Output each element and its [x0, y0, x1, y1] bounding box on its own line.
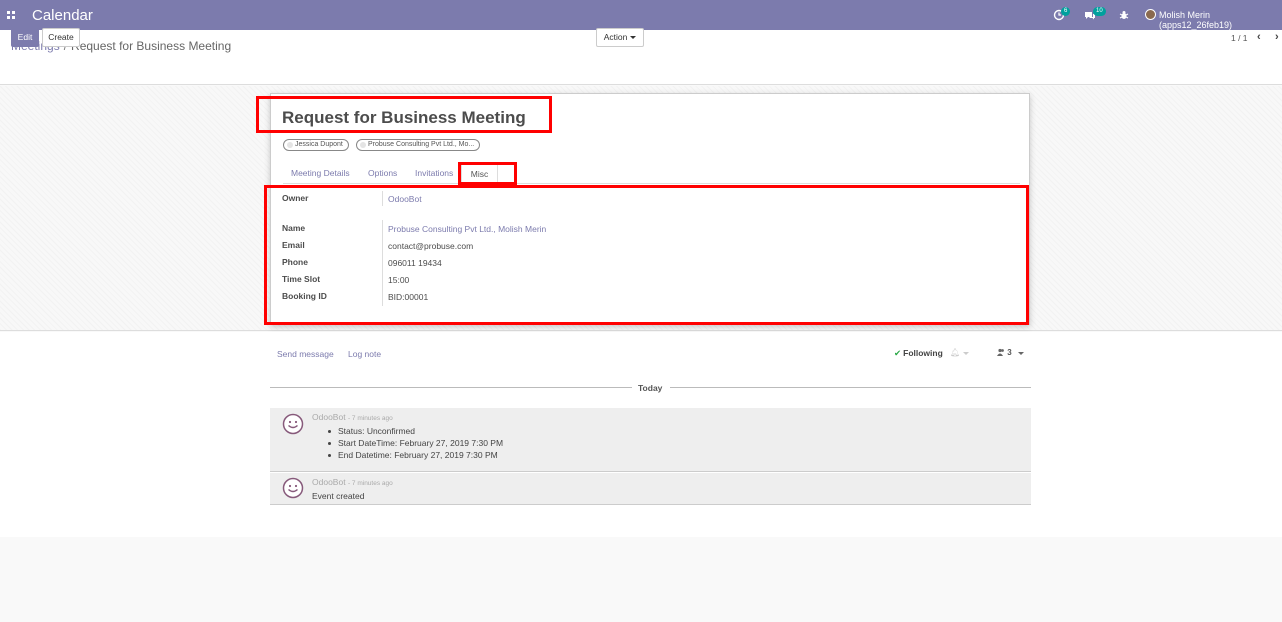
chatter-message: OdooBot - 7 minutes ago Status: Unconfir… [270, 408, 1031, 472]
bullet [328, 454, 331, 457]
users-icon [997, 348, 1004, 356]
following-label: Following [903, 348, 943, 358]
message-time: - 7 minutes ago [347, 415, 393, 422]
chatter-message: OdooBot - 7 minutes ago Event created [270, 473, 1031, 505]
attendee-tag[interactable]: Jessica Dupont [283, 139, 349, 151]
tab-invitations[interactable]: Invitations [415, 168, 453, 178]
bullet [328, 430, 331, 433]
tab-options[interactable]: Options [368, 168, 397, 178]
message-count-badge: 10 [1093, 7, 1106, 16]
misc-fields-highlight-box [264, 185, 1029, 325]
caret-down-icon[interactable] [1018, 352, 1024, 355]
bullet [328, 442, 331, 445]
tracking-item: Start DateTime: February 27, 2019 7:30 P… [338, 438, 504, 448]
tracking-item: Status: Unconfirmed [338, 426, 416, 436]
tracking-item: End Datetime: February 27, 2019 7:30 PM [338, 450, 498, 460]
activity-count-badge: 6 [1061, 7, 1071, 16]
top-navbar: Calendar 6 10 Molish Merin (apps12_26feb… [0, 0, 1282, 30]
attendee-tag[interactable]: Probuse Consulting Pvt Ltd., Mo... [356, 139, 481, 151]
message-time: - 7 minutes ago [347, 480, 393, 487]
followers-count: 3 [1007, 348, 1012, 357]
action-dropdown-button[interactable]: Action [596, 28, 644, 47]
breadcrumb-current: Request for Business Meeting [71, 39, 232, 53]
bell-icon[interactable]: 🔔︎ [950, 348, 960, 357]
day-divider-label: Today [638, 383, 663, 393]
create-button[interactable]: Create [42, 28, 80, 47]
message-body: Event created [312, 491, 365, 501]
caret-down-icon[interactable] [963, 352, 969, 355]
user-avatar[interactable] [1145, 9, 1156, 20]
action-label: Action [603, 32, 628, 42]
apps-menu-icon[interactable] [7, 11, 15, 19]
caret-down-icon [630, 36, 637, 40]
send-message-button[interactable]: Send message [277, 349, 334, 359]
day-divider-line [270, 387, 632, 388]
tabs-divider [283, 183, 1020, 184]
edit-button[interactable]: Edit [11, 28, 39, 47]
followers-button[interactable]: 3 [997, 348, 1012, 357]
following-button[interactable]: ✔ Following [894, 348, 943, 359]
misc-tab-highlight-box [458, 162, 517, 185]
chevron-right-icon[interactable]: › [1275, 31, 1279, 43]
tab-meeting-details[interactable]: Meeting Details [291, 168, 350, 178]
pager-value: 1 / 1 [1231, 33, 1248, 43]
chevron-left-icon[interactable]: ‹ [1257, 31, 1261, 43]
message-author[interactable]: OdooBot - 7 minutes ago [312, 412, 393, 422]
odoobot-avatar-icon[interactable] [282, 413, 304, 435]
debug-bug-icon[interactable] [1118, 9, 1130, 21]
check-icon: ✔ [894, 348, 902, 358]
day-divider-line [670, 387, 1031, 388]
message-author[interactable]: OdooBot - 7 minutes ago [312, 477, 393, 487]
log-note-button[interactable]: Log note [348, 349, 381, 359]
odoobot-avatar-icon[interactable] [282, 477, 304, 499]
app-title[interactable]: Calendar [32, 7, 93, 24]
user-menu[interactable]: Molish Merin (apps12_26feb19) [1159, 10, 1282, 30]
title-highlight-box [256, 96, 552, 133]
